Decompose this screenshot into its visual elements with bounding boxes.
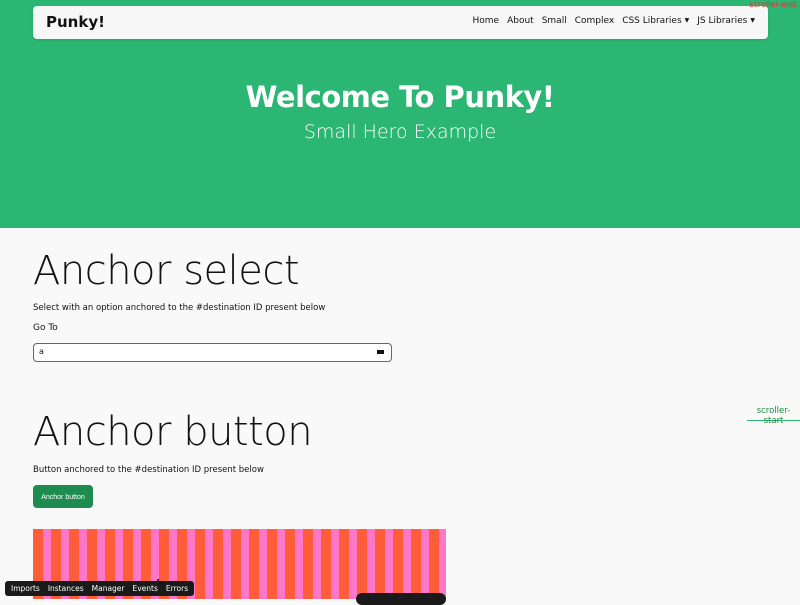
brand-logo[interactable]: Punky!: [46, 13, 105, 31]
top-navbar: Punky! Home About Small Complex CSS Libr…: [33, 6, 768, 39]
floating-pill[interactable]: [356, 593, 446, 605]
devtools-tab-imports[interactable]: Imports: [7, 584, 44, 593]
select-value: a: [39, 347, 44, 356]
anchor-button-description: Button anchored to the #destination ID p…: [33, 465, 264, 475]
anchor-button-heading: Anchor button: [33, 409, 313, 455]
scroller-end-marker: scroller-end: [749, 0, 796, 9]
nav-dropdown-label: CSS Libraries: [622, 16, 682, 26]
nav-dropdown-js-libraries[interactable]: JS Libraries ▼: [697, 16, 755, 26]
nav-link-complex[interactable]: Complex: [575, 16, 614, 26]
nav-link-about[interactable]: About: [507, 16, 534, 26]
caret-down-icon: ▼: [684, 17, 690, 24]
nav-link-home[interactable]: Home: [473, 16, 500, 26]
devtools-tab-errors[interactable]: Errors: [162, 584, 192, 593]
scroller-start-marker: scroller-start: [747, 406, 800, 426]
devtools-tab-instances[interactable]: Instances: [44, 584, 88, 593]
hero-subtitle: Small Hero Example: [303, 121, 497, 143]
anchor-button[interactable]: Anchor button: [33, 485, 93, 508]
mouse-cursor-icon: ↖: [156, 577, 163, 586]
select-arrow-icon: [377, 350, 384, 354]
caret-down-icon: ▼: [750, 17, 755, 24]
anchor-select-description: Select with an option anchored to the #d…: [33, 303, 326, 313]
hero-title: Welcome To Punky!: [245, 80, 555, 114]
devtools-toolbar: Imports Instances Manager Events Errors: [5, 581, 195, 596]
nav-dropdown-label: JS Libraries: [697, 16, 748, 26]
nav-link-small[interactable]: Small: [542, 16, 567, 26]
goto-select[interactable]: a: [33, 343, 392, 362]
nav-dropdown-css-libraries[interactable]: CSS Libraries ▼: [622, 16, 689, 26]
devtools-tab-manager[interactable]: Manager: [88, 584, 129, 593]
hero-banner: Punky! Home About Small Complex CSS Libr…: [0, 0, 800, 228]
nav-links: Home About Small Complex CSS Libraries ▼ …: [473, 16, 755, 26]
anchor-select-heading: Anchor select: [33, 248, 300, 294]
goto-label: Go To: [33, 323, 58, 333]
